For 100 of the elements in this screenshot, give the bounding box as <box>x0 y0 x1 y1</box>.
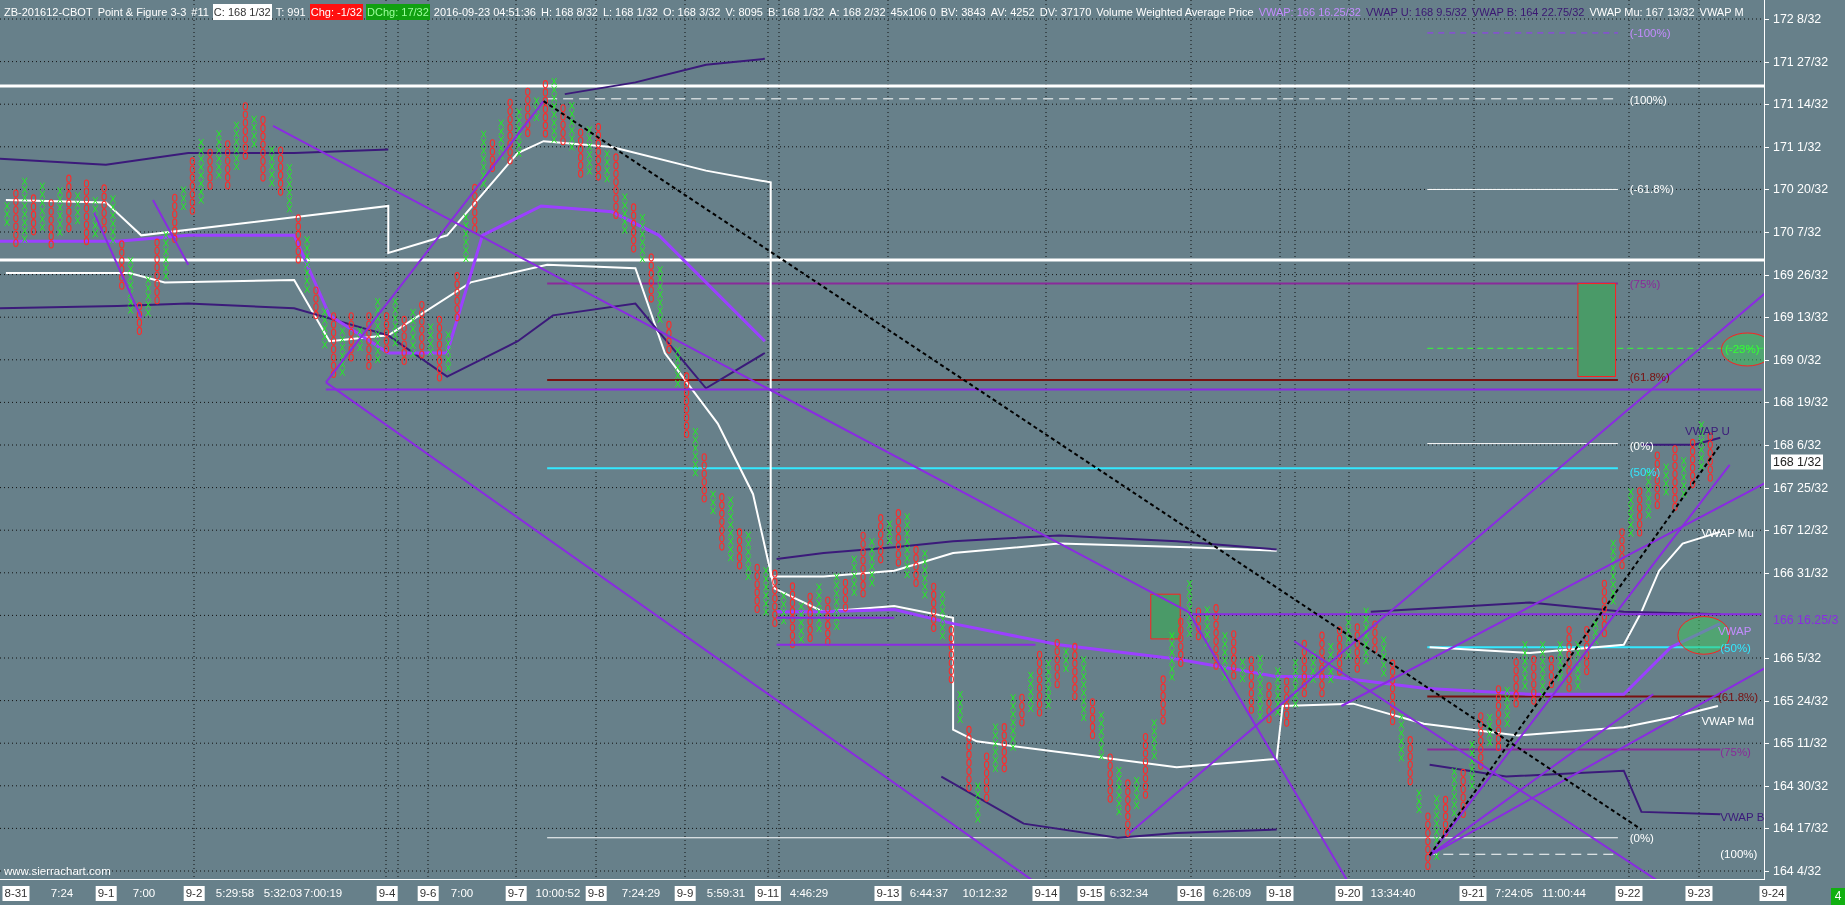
time-label: 7:00 <box>449 886 475 901</box>
level-label: (50%) <box>1720 640 1751 656</box>
time-label: 9-9 <box>674 886 696 901</box>
chart-info-text: C: 168 1/32 <box>212 4 272 20</box>
price-label: 171 1/32 <box>1772 139 1823 155</box>
level-label: (100%) <box>1720 846 1758 862</box>
price-label: 170 20/32 <box>1772 181 1830 197</box>
chart-info-text: V: 8095 <box>724 5 764 20</box>
chart-info-text: DV: 37170 <box>1038 5 1093 20</box>
watermark-text: www.sierrachart.com <box>4 865 111 877</box>
chart-info-text: A: 168 2/32 <box>828 5 887 20</box>
chart-info-text: 45x106 0 <box>889 5 937 20</box>
level-label: (0%) <box>1629 830 1654 846</box>
price-label: 165 24/32 <box>1772 693 1830 709</box>
time-label: 7:24 <box>49 886 75 901</box>
time-label: 9-22 <box>1615 886 1643 901</box>
chart-info-text: AV: 4252 <box>989 5 1036 20</box>
time-label: 6:44:37 <box>908 886 950 901</box>
level-label: VWAP Md <box>1701 713 1754 729</box>
chart-info-text: B: 168 1/32 <box>766 5 826 20</box>
level-label: (75%) <box>1629 276 1661 292</box>
corner-badge: 4 <box>1831 888 1845 905</box>
time-label: 5:29:58 <box>214 886 256 901</box>
chart-info-text: VWAP M <box>1698 5 1745 20</box>
chart-info-text: H: 168 8/32 <box>540 5 599 20</box>
time-label: 7:00 <box>131 886 157 901</box>
chart-info-text: VWAP B: 164 22.75/32 <box>1470 5 1586 20</box>
time-label: 9-18 <box>1266 886 1294 901</box>
price-label: 167 12/32 <box>1772 522 1830 538</box>
price-label: 171 14/32 <box>1772 96 1830 112</box>
time-label: 9-8 <box>585 886 607 901</box>
price-label: 171 27/32 <box>1772 54 1830 70</box>
time-label: 5:59:31 <box>705 886 747 901</box>
price-label: 164 17/32 <box>1772 820 1830 836</box>
chart-info-text: Point & Figure 3-3 <box>96 5 188 20</box>
price-label: 172 8/32 <box>1772 11 1823 27</box>
price-zone-rect <box>1150 593 1181 640</box>
level-label: (-61.8%) <box>1629 181 1674 197</box>
time-label: 9-21 <box>1459 886 1487 901</box>
level-label: (-23%) <box>1724 341 1760 357</box>
time-label: 9-2 <box>183 886 205 901</box>
price-label: 166 16.25/3 <box>1772 612 1840 628</box>
time-label: 5:32:03 <box>262 886 304 901</box>
time-label: 6:32:34 <box>1108 886 1150 901</box>
chart-info-text: Chg: -1/32 <box>309 4 364 20</box>
price-label: 168 19/32 <box>1772 394 1830 410</box>
price-label: 170 7/32 <box>1772 224 1823 240</box>
level-label: (61.8%) <box>1717 689 1759 705</box>
price-label: 165 11/32 <box>1772 735 1829 751</box>
chart-info-text: 2016-09-23 04:51:36 <box>432 5 537 20</box>
level-label: VWAP U <box>1684 423 1730 439</box>
level-label: (61.8%) <box>1629 369 1670 384</box>
time-label: 10:12:32 <box>961 886 1009 901</box>
price-label: 169 13/32 <box>1772 309 1830 325</box>
time-label: 4:46:29 <box>788 886 830 901</box>
chart-info-text: VWAP Mu: 167 13/32 <box>1588 5 1696 20</box>
chart-info-text: ZB-201612-CBOT <box>3 5 94 20</box>
time-label: 9-24 <box>1759 886 1787 901</box>
time-label: 6:26:09 <box>1211 886 1253 901</box>
time-label: 9-16 <box>1177 886 1205 901</box>
time-label: 7:24:05 <box>1493 886 1535 901</box>
chart-info-text: BV: 3843 <box>939 5 987 20</box>
price-label: 169 0/32 <box>1772 352 1823 368</box>
level-label: (75%) <box>1720 744 1751 760</box>
chart-info-text: VWAP U: 168 9.5/32 <box>1364 5 1468 20</box>
time-label: 9-6 <box>417 886 439 901</box>
time-label: 9-15 <box>1077 886 1105 901</box>
level-label: (100%) <box>1629 92 1667 108</box>
chart-info-text: T: 991 <box>274 5 307 20</box>
time-label: 9-1 <box>95 886 117 901</box>
price-label: 164 30/32 <box>1772 778 1830 794</box>
chart-info-text: L: 168 1/32 <box>601 5 659 20</box>
time-label: 7:00:19 <box>302 886 344 901</box>
chart-info-text: DChg: 17/32 <box>366 4 430 20</box>
time-label: 9-23 <box>1685 886 1713 901</box>
level-label: VWAP B <box>1720 809 1764 825</box>
price-label: 168 6/32 <box>1772 437 1823 453</box>
time-label: 9-4 <box>376 886 398 901</box>
price-label: 169 26/32 <box>1772 267 1830 283</box>
time-label: 9-7 <box>505 886 527 901</box>
time-label: 9-11 <box>754 886 782 901</box>
time-label: 9-20 <box>1335 886 1363 901</box>
time-label: 11:00:44 <box>1541 886 1587 901</box>
time-label: 7:24:29 <box>620 886 662 901</box>
price-label: 164 4/32 <box>1772 863 1823 879</box>
price-label: 168 1/32 <box>1771 454 1824 470</box>
price-label: 166 31/32 <box>1772 565 1830 581</box>
time-label: 9-14 <box>1032 886 1060 901</box>
level-label: (-100%) <box>1629 25 1671 41</box>
level-label: (0%) <box>1629 438 1654 454</box>
time-label: 8-31 <box>2 886 30 901</box>
chart-info-text: #11 <box>190 5 210 20</box>
chart-info-text: O: 168 3/32 <box>661 5 722 20</box>
time-label: 9-13 <box>874 886 902 901</box>
chart-info-text: Volume Weighted Average Price <box>1095 5 1255 20</box>
time-label: 13:34:40 <box>1369 886 1417 901</box>
time-label: 10:00:52 <box>534 886 582 901</box>
chart-info-text: VWAP: 166 16.25/32 <box>1257 5 1362 20</box>
price-label: 167 25/32 <box>1772 480 1830 496</box>
price-label: 166 5/32 <box>1772 650 1823 666</box>
